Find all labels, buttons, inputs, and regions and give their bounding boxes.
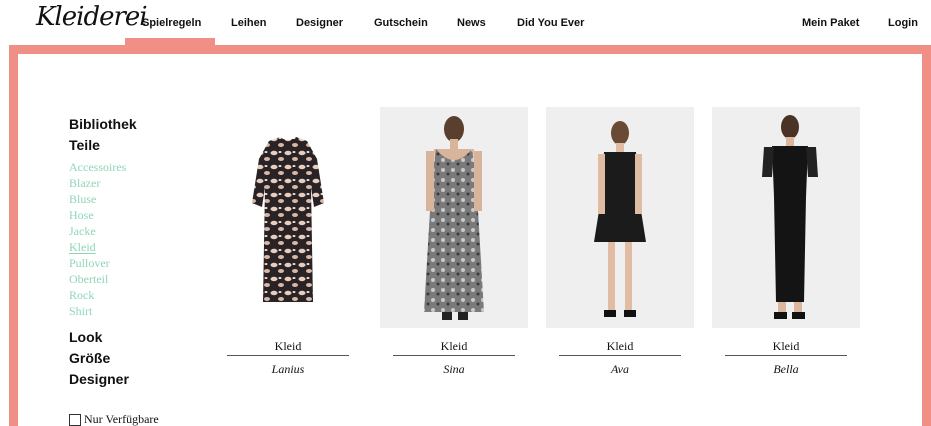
nav-item-gutschein[interactable]: Gutschein xyxy=(374,17,428,29)
product-image-bella[interactable] xyxy=(712,107,860,328)
sidebar-heading-look[interactable]: Look xyxy=(69,327,209,348)
sidebar-heading-teile: Teile xyxy=(69,137,100,153)
site-header: Kleiderei Spielregeln Leihen Designer Gu… xyxy=(0,0,931,46)
product-image-lanius[interactable] xyxy=(214,107,362,328)
product-name[interactable]: Sina xyxy=(393,360,515,378)
nav-item-leihen[interactable]: Leihen xyxy=(231,17,266,29)
brand-logo[interactable]: Kleiderei xyxy=(36,2,148,32)
product-caption: Kleid Ava xyxy=(559,337,681,378)
nav-item-designer[interactable]: Designer xyxy=(296,17,343,29)
category-oberteil[interactable]: Oberteil xyxy=(69,271,209,287)
content-frame: Bibliothek Teile Accessoires Blazer Blus… xyxy=(9,45,931,426)
nav-item-spielregeln[interactable]: Spielregeln xyxy=(142,17,201,29)
nav-item-mein-paket[interactable]: Mein Paket xyxy=(802,17,859,29)
product-type: Kleid xyxy=(725,337,847,356)
sidebar-heading-bibliothek: Bibliothek xyxy=(69,116,137,132)
category-kleid[interactable]: Kleid xyxy=(69,239,209,255)
product-type: Kleid xyxy=(393,337,515,356)
nav-item-did-you-ever[interactable]: Did You Ever xyxy=(517,17,584,29)
model-photo-image xyxy=(424,116,484,320)
product-name[interactable]: Bella xyxy=(725,360,847,378)
available-only-checkbox[interactable] xyxy=(69,413,81,426)
category-pullover[interactable]: Pullover xyxy=(69,255,209,271)
product-image-ava[interactable] xyxy=(546,107,694,328)
model-photo-image xyxy=(762,115,818,319)
product-name[interactable]: Ava xyxy=(559,360,681,378)
category-blazer[interactable]: Blazer xyxy=(69,175,209,191)
category-list: Accessoires Blazer Bluse Hose Jacke Klei… xyxy=(69,159,209,319)
product-type: Kleid xyxy=(227,337,349,356)
sidebar-heading-groesse[interactable]: Größe xyxy=(69,348,209,369)
product-caption: Kleid Sina xyxy=(393,337,515,378)
category-rock[interactable]: Rock xyxy=(69,287,209,303)
category-hose[interactable]: Hose xyxy=(69,207,209,223)
nav-item-login[interactable]: Login xyxy=(888,17,918,29)
sidebar-heading-designer[interactable]: Designer xyxy=(69,369,209,390)
available-only-filter[interactable]: Nur Verfügbare xyxy=(69,412,159,426)
available-only-label: Nur Verfügbare xyxy=(84,412,159,426)
product-type: Kleid xyxy=(559,337,681,356)
product-image-sina[interactable] xyxy=(380,107,528,328)
filter-sidebar: Bibliothek Teile Accessoires Blazer Blus… xyxy=(69,114,209,390)
category-bluse[interactable]: Bluse xyxy=(69,191,209,207)
product-caption: Kleid Bella xyxy=(725,337,847,378)
category-accessoires[interactable]: Accessoires xyxy=(69,159,209,175)
category-shirt[interactable]: Shirt xyxy=(69,303,209,319)
product-caption: Kleid Lanius xyxy=(227,337,349,378)
product-name[interactable]: Lanius xyxy=(227,360,349,378)
model-photo-image xyxy=(594,121,646,317)
category-jacke[interactable]: Jacke xyxy=(69,223,209,239)
content-area: Bibliothek Teile Accessoires Blazer Blus… xyxy=(18,54,931,426)
nav-item-news[interactable]: News xyxy=(457,17,486,29)
dress-print-image xyxy=(252,137,324,302)
